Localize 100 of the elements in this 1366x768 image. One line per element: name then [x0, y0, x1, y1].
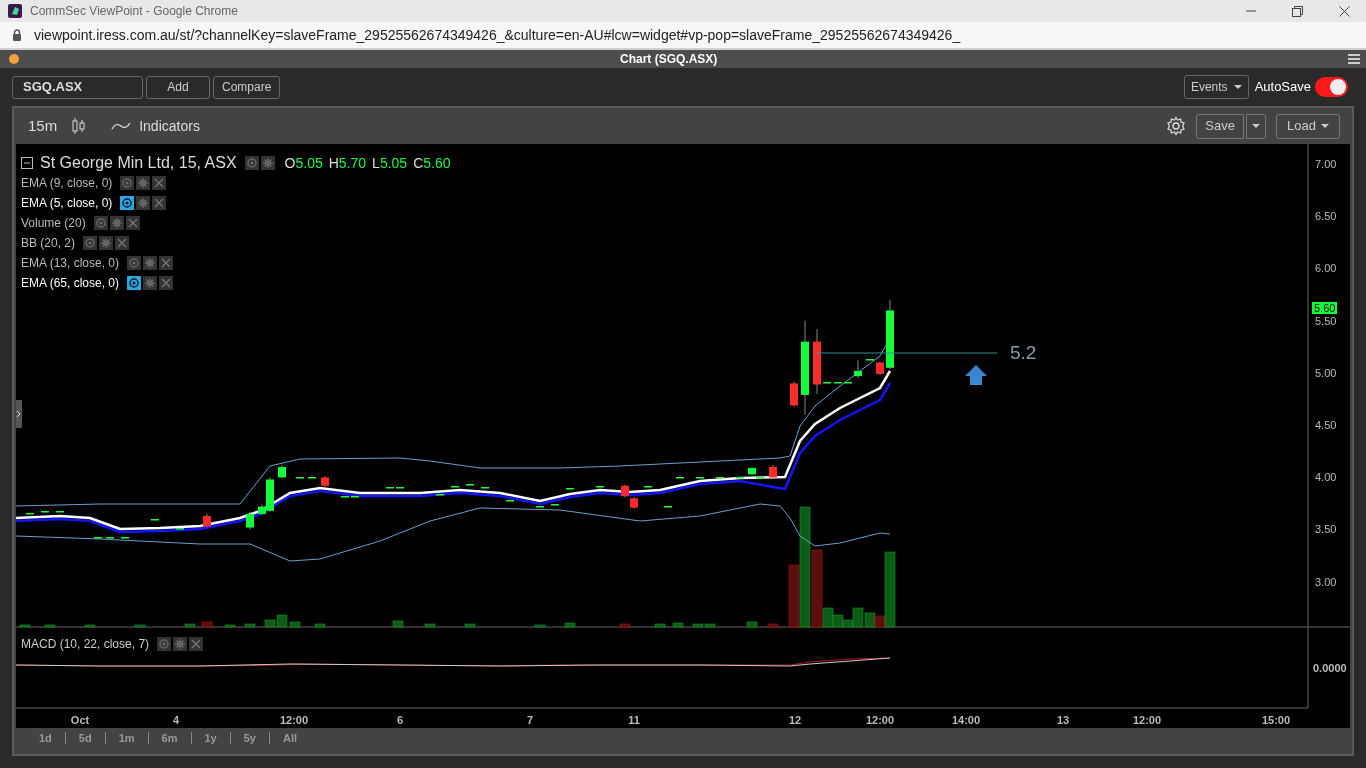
remove-button[interactable] — [159, 276, 174, 290]
axis-label: 5.00 — [1315, 366, 1337, 379]
range-button[interactable]: 1m — [105, 729, 148, 747]
eye-icon — [122, 198, 133, 208]
interval-button[interactable]: 15m — [28, 114, 58, 138]
remove-button[interactable] — [125, 216, 140, 230]
volume-bar — [134, 624, 146, 628]
axis-label: 14:00 — [951, 713, 981, 728]
indicator-label: BB (20, 2) — [21, 235, 76, 252]
candlestick — [566, 488, 574, 490]
candlestick — [696, 477, 704, 479]
indicator-label: EMA (9, close, 0) — [21, 175, 113, 192]
settings-button[interactable] — [109, 216, 124, 230]
line-chart-icon — [111, 121, 132, 131]
visibility-toggle[interactable] — [93, 216, 108, 230]
settings-button[interactable] — [260, 156, 275, 170]
window-title: CommSec ViewPoint - Google Chrome — [30, 3, 238, 20]
settings-button[interactable] — [136, 196, 151, 210]
expand-handle[interactable] — [16, 400, 22, 428]
volume-bar — [84, 624, 96, 628]
volume-bar — [201, 621, 213, 628]
axis-label: 4.50 — [1315, 419, 1337, 431]
save-menu-button[interactable] — [1246, 113, 1267, 139]
range-button[interactable]: All — [270, 729, 311, 747]
chart-type-button[interactable] — [71, 118, 86, 134]
remove-button[interactable] — [152, 196, 167, 210]
settings-icon — [138, 198, 149, 208]
candlestick — [736, 477, 744, 479]
restore-icon — [1292, 5, 1303, 17]
range-button[interactable]: 6m — [148, 729, 191, 747]
visibility-toggle[interactable] — [244, 156, 259, 170]
axis-label: 3.00 — [1315, 575, 1337, 588]
range-button[interactable]: 5y — [230, 729, 269, 747]
price-label: 5.2 — [1010, 341, 1037, 365]
volume-bar — [19, 624, 31, 628]
indicator-label: Volume (20) — [21, 215, 86, 232]
axis-label: 0.0000 — [1313, 661, 1347, 676]
indicator-label: EMA (65, close, 0) — [21, 275, 120, 292]
volume-bar — [864, 612, 876, 628]
settings-button[interactable] — [136, 176, 151, 190]
status-dot-icon — [9, 54, 19, 64]
panel-title: Chart (SGQ.ASX) — [620, 51, 718, 68]
eye-icon — [159, 639, 170, 649]
settings-button[interactable] — [143, 276, 158, 290]
volume-bar — [314, 623, 326, 628]
indicators-button[interactable]: Indicators — [111, 115, 200, 137]
candlestick — [151, 519, 159, 521]
candlestick — [866, 359, 874, 361]
eye-icon — [85, 238, 96, 248]
candlestick-icon — [71, 118, 86, 134]
remove-button[interactable] — [159, 256, 174, 270]
caret-icon — [1252, 123, 1261, 129]
toolbar-button[interactable]: Compare — [213, 75, 281, 99]
range-button[interactable]: 1d — [26, 729, 65, 747]
visibility-toggle[interactable] — [120, 196, 135, 210]
load-dropdown[interactable]: Load — [1276, 113, 1340, 139]
eye-icon — [129, 278, 140, 288]
candlestick — [854, 359, 862, 379]
eye-icon — [246, 158, 257, 168]
toolbar-button[interactable]: Add — [146, 75, 210, 99]
candlestick — [664, 506, 672, 508]
close-icon — [154, 178, 165, 188]
remove-button[interactable] — [152, 176, 167, 190]
range-button[interactable]: 5d — [65, 729, 105, 747]
remove-button[interactable] — [115, 236, 130, 250]
visibility-toggle[interactable] — [120, 176, 135, 190]
volume-bar — [392, 620, 404, 628]
settings-button[interactable] — [143, 256, 158, 270]
eye-icon — [129, 258, 140, 268]
candlestick — [278, 464, 286, 479]
save-button[interactable]: Save — [1196, 113, 1245, 139]
remove-button[interactable] — [189, 637, 204, 651]
caret-icon — [1321, 123, 1329, 129]
settings-icon — [111, 218, 122, 228]
candlestick — [716, 477, 724, 479]
volume-bar — [224, 624, 236, 628]
ohlc-value: C5.60 — [413, 153, 451, 173]
autosave-toggle[interactable] — [1315, 77, 1348, 97]
axis-label: 7 — [526, 713, 534, 728]
settings-icon — [145, 258, 156, 268]
settings-button[interactable] — [173, 637, 188, 651]
eye-icon — [122, 178, 133, 188]
symbol-field[interactable]: SGQ.ASX — [12, 75, 143, 99]
visibility-toggle[interactable] — [157, 637, 172, 651]
candlestick — [790, 380, 798, 407]
menu-icon — [1348, 54, 1360, 64]
visibility-toggle[interactable] — [127, 256, 142, 270]
events-dropdown[interactable]: Events — [1183, 75, 1249, 99]
settings-icon — [101, 238, 112, 248]
settings-button[interactable] — [1166, 116, 1187, 136]
settings-button[interactable] — [99, 236, 114, 250]
volume-bar — [564, 622, 576, 628]
visibility-toggle[interactable] — [83, 236, 98, 250]
range-button[interactable]: 1y — [191, 729, 230, 747]
settings-icon — [145, 278, 156, 288]
visibility-toggle[interactable] — [127, 276, 142, 290]
volume-bar — [619, 623, 631, 628]
settings-icon — [1166, 116, 1187, 136]
candlestick — [246, 511, 254, 531]
axis-label: 3.50 — [1315, 523, 1337, 536]
